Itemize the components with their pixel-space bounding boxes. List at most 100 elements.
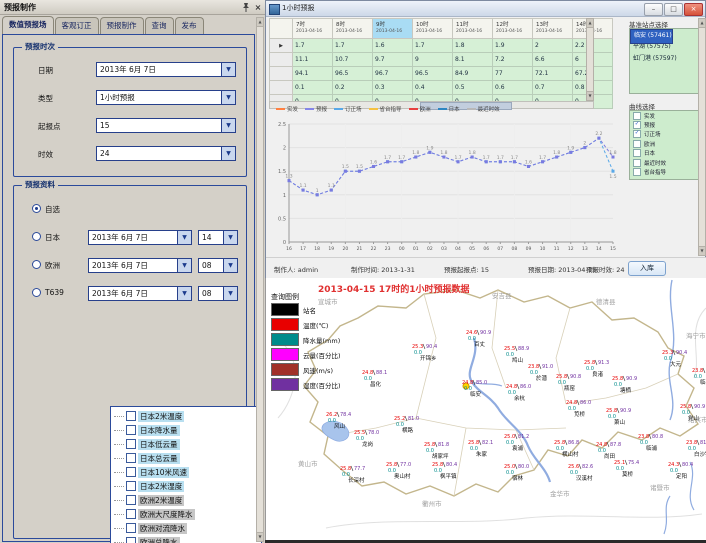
- source-hour-select-2[interactable]: 08▼: [198, 258, 238, 273]
- radio-source-1[interactable]: [32, 232, 41, 241]
- radio-source-2[interactable]: [32, 260, 41, 269]
- curve-item-1[interactable]: ✓预报: [630, 120, 700, 129]
- source-date-select-3[interactable]: 2013年 6月 7日▼: [88, 286, 192, 301]
- tab-2[interactable]: 预报制作: [100, 17, 144, 34]
- cell-1-6[interactable]: 6.6: [533, 53, 573, 67]
- curve-item-5[interactable]: 最近时效: [630, 158, 700, 167]
- checkbox-icon[interactable]: [633, 112, 641, 120]
- tab-1[interactable]: 客观订正: [55, 17, 99, 34]
- checkbox-icon[interactable]: [126, 537, 136, 543]
- cell-2-5[interactable]: 77: [493, 67, 533, 81]
- map-station-11[interactable]: 25.890.90.0萧山: [606, 408, 631, 426]
- field-select-1[interactable]: 1小时预报▼: [96, 90, 236, 105]
- checkbox-icon[interactable]: [126, 481, 136, 491]
- cell-2-6[interactable]: 72.1: [533, 67, 573, 81]
- tab-4[interactable]: 发布: [175, 17, 204, 34]
- checkbox-icon[interactable]: [126, 509, 136, 519]
- checkbox-icon[interactable]: ✓: [633, 121, 641, 129]
- map-station-7[interactable]: 25.890.80.0瓶窑: [556, 374, 581, 392]
- column-header-0[interactable]: 7时2013-04-16: [293, 19, 333, 39]
- dropdown-arrow-icon[interactable]: ▼: [221, 147, 235, 160]
- cell-0-2[interactable]: 1.6: [373, 39, 413, 53]
- cell-0-4[interactable]: 1.8: [453, 39, 493, 53]
- cell-0-1[interactable]: 1.7: [333, 39, 373, 53]
- column-header-4[interactable]: 11时2013-04-16: [453, 19, 493, 39]
- checkbox-icon[interactable]: [126, 439, 136, 449]
- checkbox-icon[interactable]: [633, 140, 641, 148]
- element-item-4[interactable]: 日本10米风速: [111, 465, 261, 479]
- field-select-3[interactable]: 24▼: [96, 146, 236, 161]
- row-header-3[interactable]: [270, 81, 293, 95]
- curve-item-6[interactable]: 省台指导: [630, 167, 700, 176]
- map-station-13[interactable]: 23.891.50.0临平: [692, 368, 706, 386]
- cell-0-3[interactable]: 1.7: [413, 39, 453, 53]
- cell-2-3[interactable]: 96.5: [413, 67, 453, 81]
- cell-2-4[interactable]: 84.9: [453, 67, 493, 81]
- dropdown-arrow-icon[interactable]: ▼: [223, 231, 237, 244]
- cell-3-0[interactable]: 0.1: [293, 81, 333, 95]
- element-item-3[interactable]: 日本总云量: [111, 451, 261, 465]
- dropdown-arrow-icon[interactable]: ▼: [221, 91, 235, 104]
- row-header-2[interactable]: [270, 67, 293, 81]
- row-header-0[interactable]: ▶: [270, 39, 293, 53]
- scroll-down-icon[interactable]: ▼: [257, 532, 263, 541]
- table-scroll-up-icon[interactable]: ▲: [587, 19, 593, 28]
- map-station-26[interactable]: 25.877.00.0奥山村: [386, 462, 411, 480]
- map-station-31[interactable]: 24.380.40.0定阳: [668, 462, 693, 480]
- station-listbox[interactable]: 临安 (57461)桐庐 (57468)平湖 (57575)虹门港 (57597…: [629, 28, 701, 94]
- map-station-6[interactable]: 24.886.00.0余杭: [506, 384, 531, 402]
- left-panel-scrollbar[interactable]: ▲ ▼: [256, 17, 264, 542]
- dropdown-arrow-icon[interactable]: ▼: [177, 259, 191, 272]
- scroll-up-icon[interactable]: ▲: [257, 18, 263, 27]
- dropdown-arrow-icon[interactable]: ▼: [177, 287, 191, 300]
- element-item-0[interactable]: 日本2米温度: [111, 409, 261, 423]
- column-header-5[interactable]: 12时2013-04-16: [493, 19, 533, 39]
- map-station-2[interactable]: 24.690.90.0百丈: [466, 330, 491, 348]
- dropdown-arrow-icon[interactable]: ▼: [177, 231, 191, 244]
- column-header-2[interactable]: 9时2013-04-16: [373, 19, 413, 39]
- radio-source-3[interactable]: [32, 288, 41, 297]
- curve-listbox[interactable]: 实发✓预报✓订正场欧洲日本最近时效省台指导: [629, 110, 701, 180]
- checkbox-icon[interactable]: [126, 495, 136, 505]
- pin-icon[interactable]: [241, 2, 251, 13]
- map-station-25[interactable]: 25.877.70.0长深村: [340, 466, 365, 484]
- map-station-21[interactable]: 25.886.80.0横山村: [554, 440, 579, 458]
- column-header-1[interactable]: 8时2013-04-16: [333, 19, 373, 39]
- curve-item-4[interactable]: 日本: [630, 149, 700, 158]
- column-header-3[interactable]: 10时2013-04-16: [413, 19, 453, 39]
- map-station-22[interactable]: 24.887.80.0尚田: [596, 442, 621, 460]
- checkbox-icon[interactable]: [126, 411, 136, 421]
- table-vscrollbar[interactable]: ▲ ▼: [586, 18, 594, 101]
- submit-to-db-button[interactable]: 入库: [628, 261, 666, 276]
- right-scroll-down-icon[interactable]: ▼: [699, 246, 705, 255]
- checkbox-icon[interactable]: [633, 149, 641, 157]
- cell-1-0[interactable]: 11.1: [293, 53, 333, 67]
- dropdown-arrow-icon[interactable]: ▼: [221, 119, 235, 132]
- source-date-select-2[interactable]: 2013年 6月 7日▼: [88, 258, 192, 273]
- row-header-1[interactable]: [270, 53, 293, 67]
- element-item-7[interactable]: 欧洲大尺度降水: [111, 507, 261, 521]
- cell-1-1[interactable]: 10.7: [333, 53, 373, 67]
- close-button[interactable]: ×: [684, 3, 703, 16]
- cell-3-4[interactable]: 0.5: [453, 81, 493, 95]
- map-station-27[interactable]: 25.880.40.0枫平镇: [432, 462, 457, 480]
- map-station-20[interactable]: 25.081.20.0袁浦: [504, 434, 529, 452]
- source-hour-select-3[interactable]: 08▼: [198, 286, 238, 301]
- checkbox-icon[interactable]: [126, 523, 136, 533]
- map-station-19[interactable]: 25.882.10.0朱家: [468, 440, 493, 458]
- curve-item-3[interactable]: 欧洲: [630, 139, 700, 148]
- element-item-8[interactable]: 欧洲对流降水: [111, 521, 261, 535]
- source-date-select-1[interactable]: 2013年 6月 7日▼: [88, 230, 192, 245]
- map-station-1[interactable]: 25.390.40.0开锦乡: [412, 344, 437, 362]
- curve-item-2[interactable]: ✓订正场: [630, 130, 700, 139]
- element-item-2[interactable]: 日本低云量: [111, 437, 261, 451]
- element-item-6[interactable]: 欧洲2米温度: [111, 493, 261, 507]
- curve-item-0[interactable]: 实发: [630, 111, 700, 120]
- map-station-29[interactable]: 25.682.60.0汉溪村: [568, 464, 593, 482]
- map-station-3[interactable]: 25.588.90.0鸠山: [504, 346, 529, 364]
- cell-3-3[interactable]: 0.4: [413, 81, 453, 95]
- maximize-button[interactable]: □: [664, 3, 683, 16]
- checkbox-icon[interactable]: [126, 425, 136, 435]
- station-list-item-3[interactable]: 虹门港 (57597): [630, 53, 700, 65]
- cell-0-6[interactable]: 2: [533, 39, 573, 53]
